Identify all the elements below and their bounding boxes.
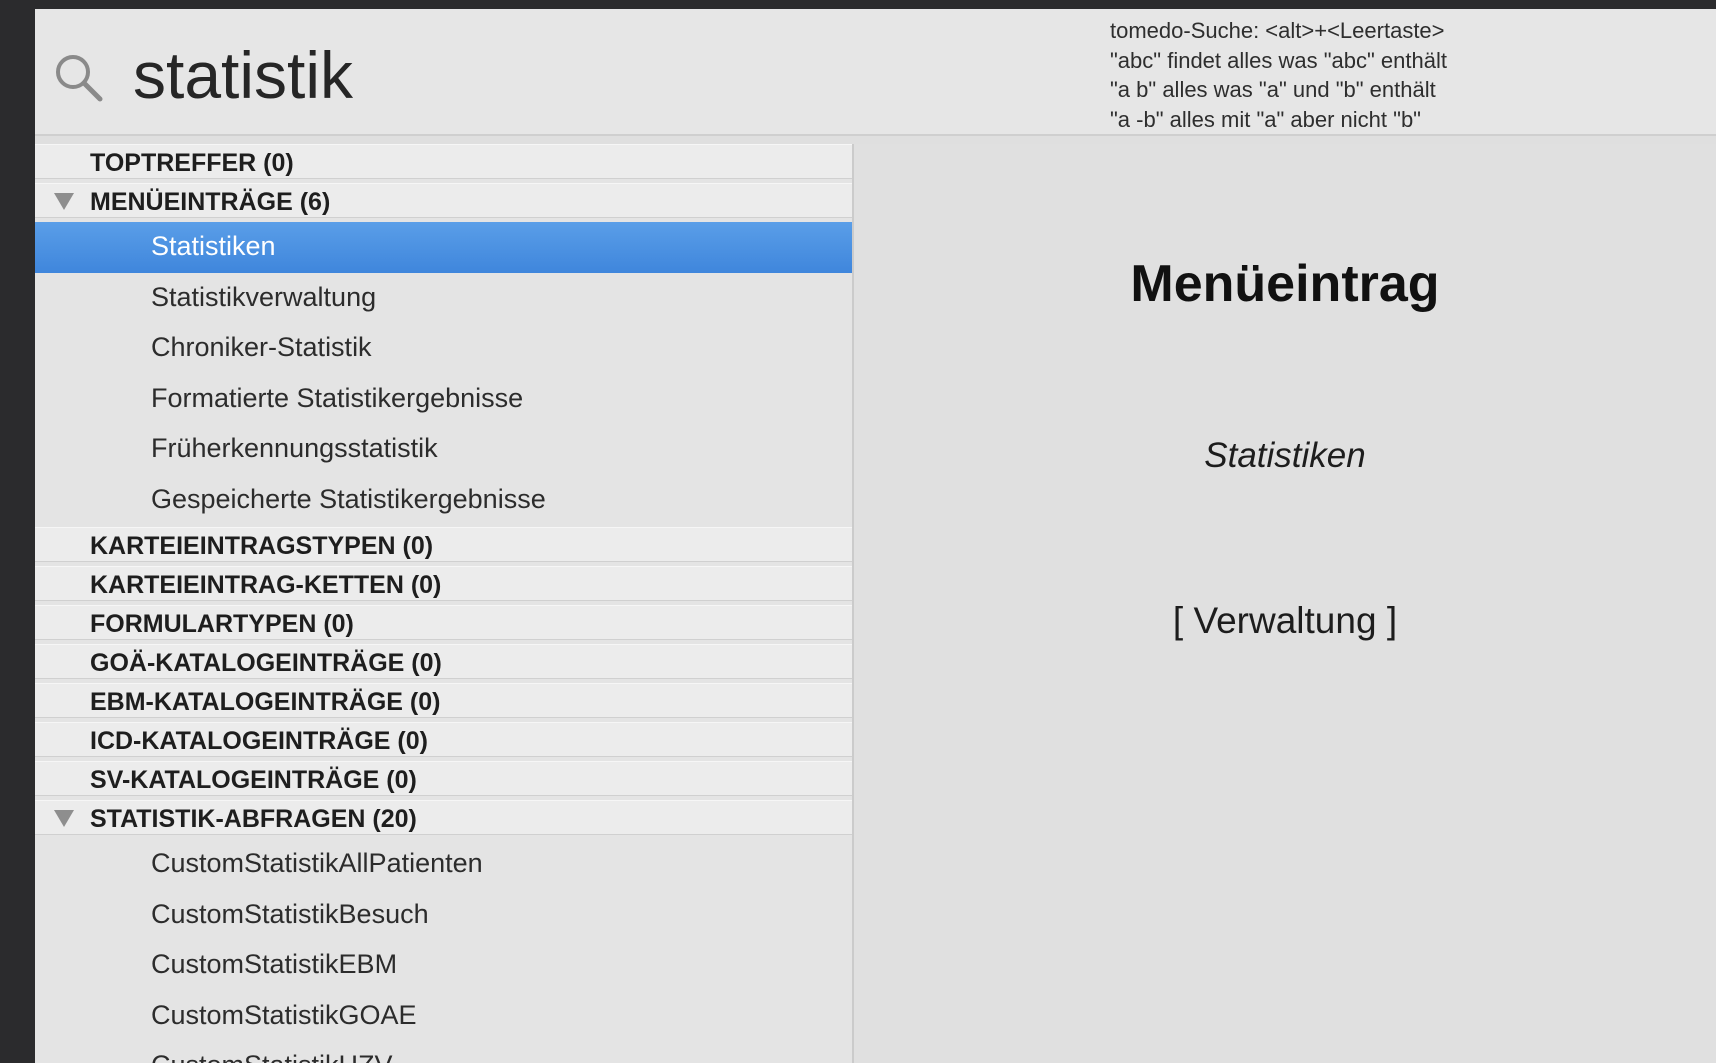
list-item-chroniker-statistik[interactable]: Chroniker-Statistik <box>35 323 852 374</box>
group-title: KARTEIEINTRAG-KETTEN (0) <box>90 571 442 599</box>
group-title: ICD-KATALOGEINTRÄGE (0) <box>90 727 428 755</box>
list-item-label: Statistiken <box>151 231 276 261</box>
list-item-label: Statistikverwaltung <box>151 281 377 312</box>
list-item-customstatistikallpatienten[interactable]: CustomStatistikAllPatienten <box>35 839 852 890</box>
group-title: TOPTREFFER (0) <box>90 149 294 177</box>
statistik-abfragen-items: CustomStatistikAllPatienten CustomStatis… <box>35 839 852 1063</box>
list-item-label: CustomStatistikHZV <box>151 1050 393 1063</box>
search-window: tomedo-Suche: <alt>+<Leertaste> "abc" fi… <box>35 9 1716 1063</box>
search-input[interactable] <box>133 35 933 115</box>
group-formulartypen[interactable]: FORMULARTYPEN (0) <box>35 605 852 640</box>
group-statistik-abfragen[interactable]: STATISTIK-ABFRAGEN (20) <box>35 800 852 835</box>
detail-pane: Menüeintrag Statistiken [ Verwaltung ] <box>854 144 1716 1063</box>
group-menueintraege[interactable]: MENÜEINTRÄGE (6) <box>35 183 852 218</box>
search-hint-shortcut: tomedo-Suche: <alt>+<Leertaste> <box>1110 18 1445 43</box>
list-item-customstatistikgoae[interactable]: CustomStatistikGOAE <box>35 991 852 1042</box>
list-item-label: Chroniker-Statistik <box>151 332 372 362</box>
list-item-customstatistikbesuch[interactable]: CustomStatistikBesuch <box>35 890 852 941</box>
detail-item-name: Statistiken <box>1204 436 1366 475</box>
group-karteieintragstypen[interactable]: KARTEIEINTRAGSTYPEN (0) <box>35 527 852 562</box>
list-item-label: CustomStatistikAllPatienten <box>151 848 483 878</box>
group-icd-katalogeintraege[interactable]: ICD-KATALOGEINTRÄGE (0) <box>35 722 852 757</box>
list-item-label: CustomStatistikGOAE <box>151 999 417 1030</box>
search-hints: tomedo-Suche: <alt>+<Leertaste> "abc" fi… <box>1110 16 1670 134</box>
list-item-formatierte-statistikergebnisse[interactable]: Formatierte Statistikergebnisse <box>35 374 852 425</box>
group-sv-katalogeintraege[interactable]: SV-KATALOGEINTRÄGE (0) <box>35 761 852 796</box>
list-item-label: CustomStatistikBesuch <box>151 898 429 929</box>
disclosure-triangle-icon[interactable] <box>54 810 74 827</box>
list-item-customstatistikhzv[interactable]: CustomStatistikHZV <box>35 1041 852 1063</box>
group-goae-katalogeintraege[interactable]: GOÄ-KATALOGEINTRÄGE (0) <box>35 644 852 679</box>
group-karteieintrag-ketten[interactable]: KARTEIEINTRAG-KETTEN (0) <box>35 566 852 601</box>
list-item-statistikverwaltung[interactable]: Statistikverwaltung <box>35 273 852 324</box>
group-title: FORMULARTYPEN (0) <box>90 610 354 638</box>
group-toptreffer[interactable]: TOPTREFFER (0) <box>35 144 852 179</box>
list-item-frueherkennungsstatistik[interactable]: Früherkennungsstatistik <box>35 424 852 475</box>
list-item-label: Früherkennungsstatistik <box>151 433 438 463</box>
results-list: TOPTREFFER (0) MENÜEINTRÄGE (6) Statisti… <box>35 144 854 1063</box>
list-item-label: Gespeicherte Statistikergebnisse <box>151 483 546 514</box>
search-bar: tomedo-Suche: <alt>+<Leertaste> "abc" fi… <box>35 9 1716 136</box>
list-item-gespeicherte-statistikergebnisse[interactable]: Gespeicherte Statistikergebnisse <box>35 475 852 526</box>
verwaltung-link[interactable]: [ Verwaltung ] <box>854 600 1716 642</box>
group-title: STATISTIK-ABFRAGEN (20) <box>90 805 417 833</box>
search-icon <box>56 55 103 102</box>
list-item-label: Formatierte Statistikergebnisse <box>151 382 524 413</box>
group-ebm-katalogeintraege[interactable]: EBM-KATALOGEINTRÄGE (0) <box>35 683 852 718</box>
menu-items: Statistiken Statistikverwaltung Chronike… <box>35 222 852 525</box>
detail-heading: Menüeintrag <box>1130 255 1440 313</box>
list-item-statistiken[interactable]: Statistiken <box>35 222 852 273</box>
disclosure-triangle-icon[interactable] <box>54 193 74 210</box>
group-title: GOÄ-KATALOGEINTRÄGE (0) <box>90 649 442 677</box>
list-item-customstatistikebm[interactable]: CustomStatistikEBM <box>35 940 852 991</box>
group-title: MENÜEINTRÄGE (6) <box>90 188 331 216</box>
group-title: EBM-KATALOGEINTRÄGE (0) <box>90 688 441 716</box>
group-title: KARTEIEINTRAGSTYPEN (0) <box>90 532 434 560</box>
search-hint-and: "a b" alles was "a" und "b" enthält <box>1110 77 1436 102</box>
search-hint-not: "a -b" alles mit "a" aber nicht "b" <box>1110 106 1421 132</box>
search-hint-abc: "abc" findet alles was "abc" enthält <box>1110 47 1447 73</box>
group-title: SV-KATALOGEINTRÄGE (0) <box>90 766 417 794</box>
list-item-label: CustomStatistikEBM <box>151 949 398 979</box>
